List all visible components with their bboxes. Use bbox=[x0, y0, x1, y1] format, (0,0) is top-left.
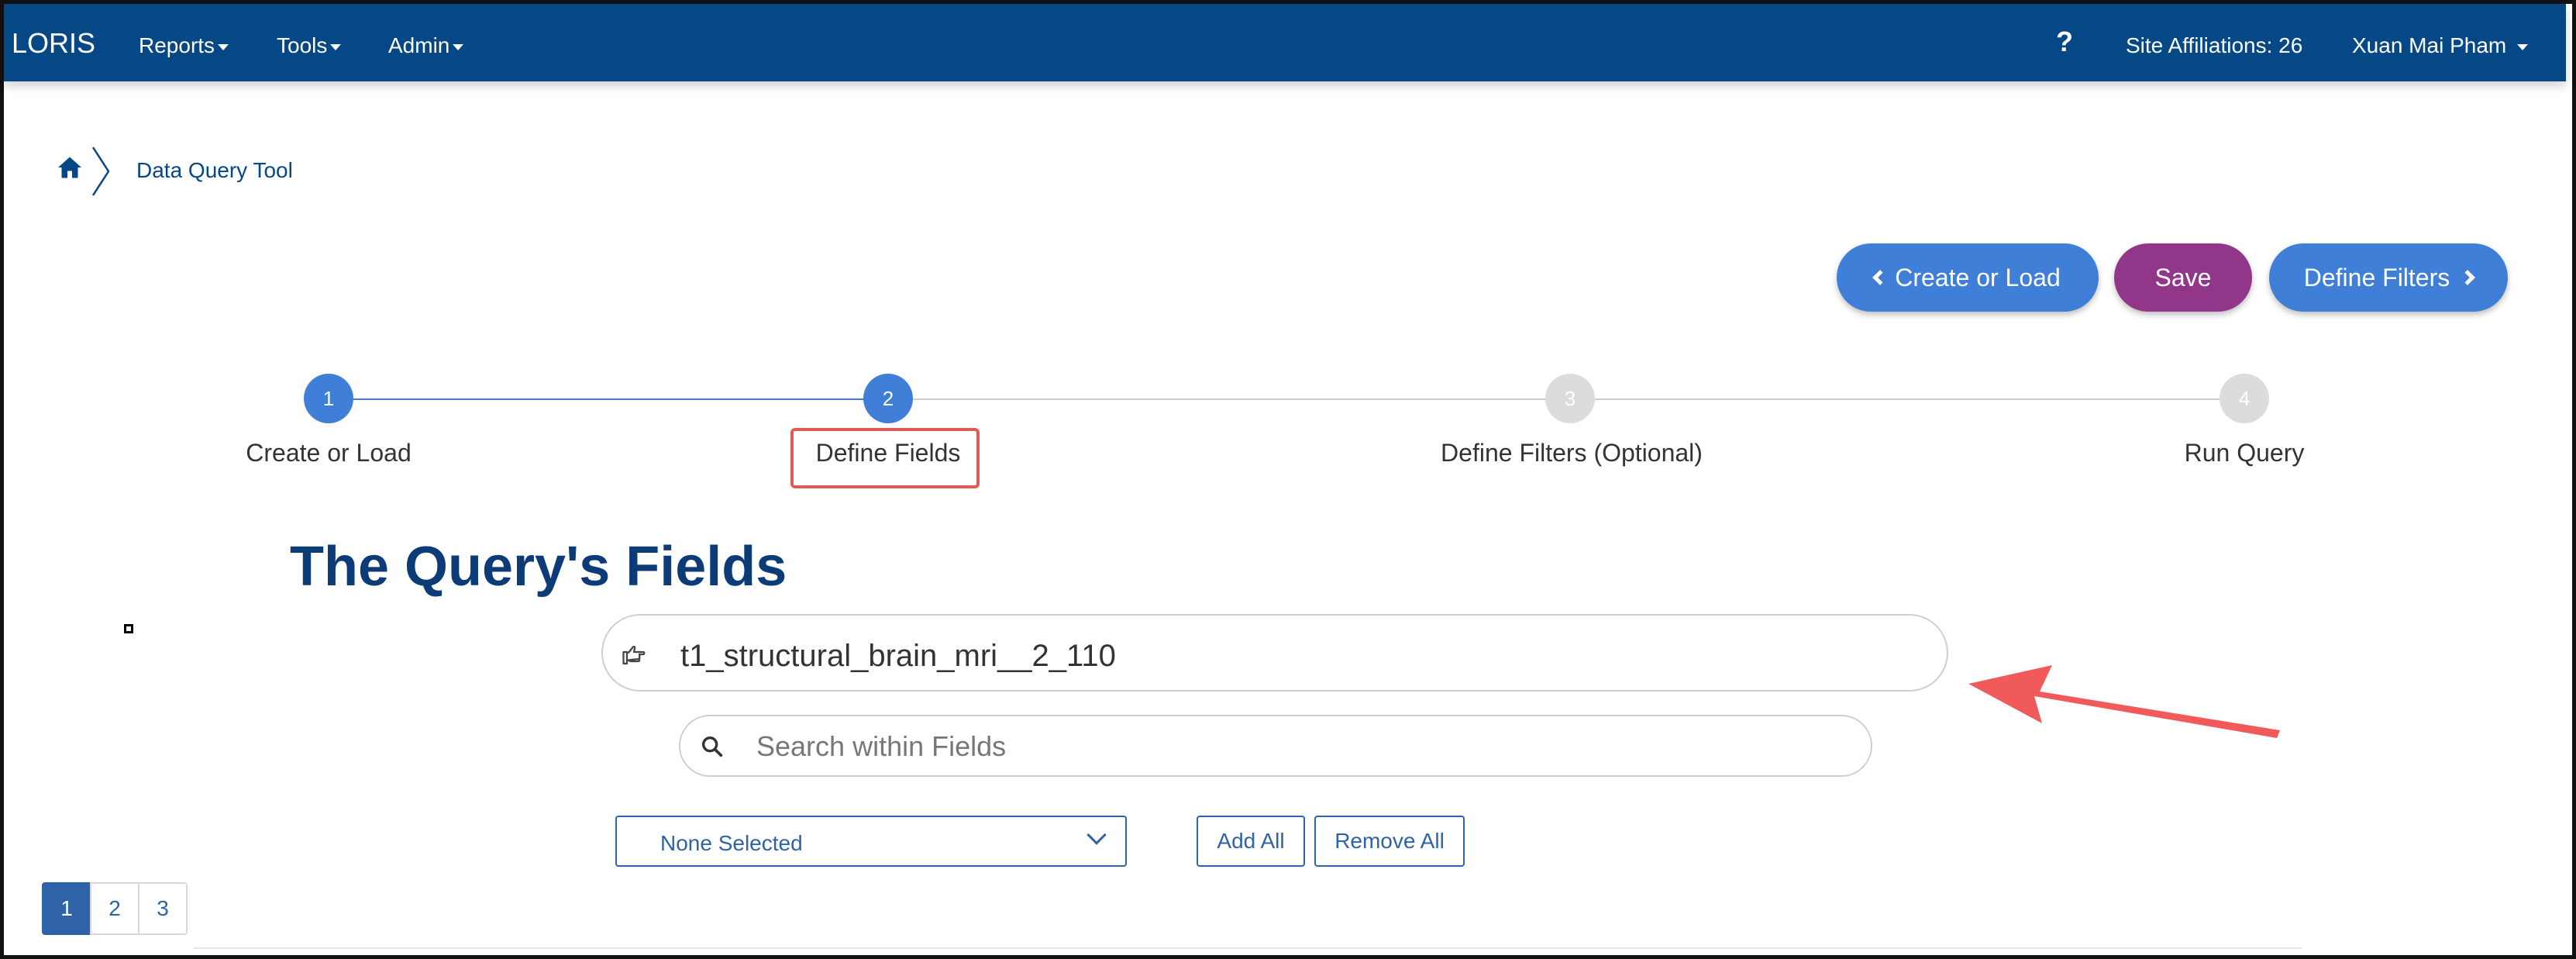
chevron-right-icon bbox=[2460, 270, 2476, 285]
menu-tools[interactable]: Tools bbox=[277, 33, 342, 58]
define-filters-button[interactable]: Define Filters bbox=[2269, 243, 2508, 312]
step-connector bbox=[913, 398, 1545, 400]
top-navbar: LORIS Reports Tools Admin ? Site Affilia… bbox=[4, 4, 2566, 81]
annotation-highlight-box bbox=[790, 428, 980, 488]
selected-field-chip[interactable]: t1_structural_brain_mri__2_110 bbox=[601, 614, 1948, 692]
drag-handle[interactable] bbox=[124, 624, 133, 633]
field-category-select[interactable]: None Selected bbox=[615, 816, 1127, 867]
site-affiliations[interactable]: Site Affiliations: 26 bbox=[2126, 33, 2302, 58]
save-button[interactable]: Save bbox=[2114, 243, 2252, 312]
caret-down-icon bbox=[218, 43, 229, 50]
pagination: 1 2 3 bbox=[42, 882, 188, 935]
caret-down-icon bbox=[330, 43, 342, 50]
help-icon[interactable]: ? bbox=[2056, 26, 2073, 58]
search-input[interactable] bbox=[756, 729, 1841, 764]
select-value: None Selected bbox=[660, 831, 803, 855]
caret-down-icon bbox=[2517, 43, 2529, 50]
page-title: The Query's Fields bbox=[290, 536, 787, 598]
brand-logo[interactable]: LORIS bbox=[12, 27, 95, 60]
breadcrumb-separator-icon bbox=[91, 147, 110, 196]
page-1-button[interactable]: 1 bbox=[42, 882, 91, 935]
menu-admin[interactable]: Admin bbox=[388, 33, 464, 58]
search-icon bbox=[701, 736, 723, 757]
annotation-arrow-icon bbox=[1968, 665, 2280, 738]
menu-reports[interactable]: Reports bbox=[139, 33, 229, 58]
home-icon[interactable] bbox=[56, 154, 84, 181]
search-fields bbox=[679, 715, 1872, 777]
hand-pointing-icon bbox=[622, 645, 646, 665]
divider bbox=[194, 947, 2302, 949]
step-1-circle[interactable]: 1 bbox=[304, 374, 353, 423]
step-3-circle[interactable]: 3 bbox=[1545, 374, 1595, 423]
breadcrumb-current[interactable]: Data Query Tool bbox=[136, 158, 293, 183]
page-2-button[interactable]: 2 bbox=[90, 882, 139, 935]
add-all-button[interactable]: Add All bbox=[1197, 816, 1305, 867]
step-3-label[interactable]: Define Filters (Optional) bbox=[1441, 439, 1703, 467]
chevron-down-icon bbox=[1087, 825, 1107, 845]
step-4-circle[interactable]: 4 bbox=[2220, 374, 2269, 423]
chevron-left-icon bbox=[1872, 270, 1889, 285]
caret-down-icon bbox=[453, 43, 464, 50]
step-4-label[interactable]: Run Query bbox=[2185, 439, 2305, 467]
page-3-button[interactable]: 3 bbox=[138, 882, 188, 935]
step-1-label[interactable]: Create or Load bbox=[246, 439, 411, 467]
step-2-circle[interactable]: 2 bbox=[863, 374, 913, 423]
field-name: t1_structural_brain_mri__2_110 bbox=[680, 639, 1116, 673]
create-or-load-button[interactable]: Create or Load bbox=[1837, 243, 2099, 312]
user-menu[interactable]: Xuan Mai Pham bbox=[2352, 33, 2529, 58]
step-connector-complete bbox=[353, 398, 866, 400]
remove-all-button[interactable]: Remove All bbox=[1314, 816, 1465, 867]
step-connector bbox=[1592, 398, 2221, 400]
